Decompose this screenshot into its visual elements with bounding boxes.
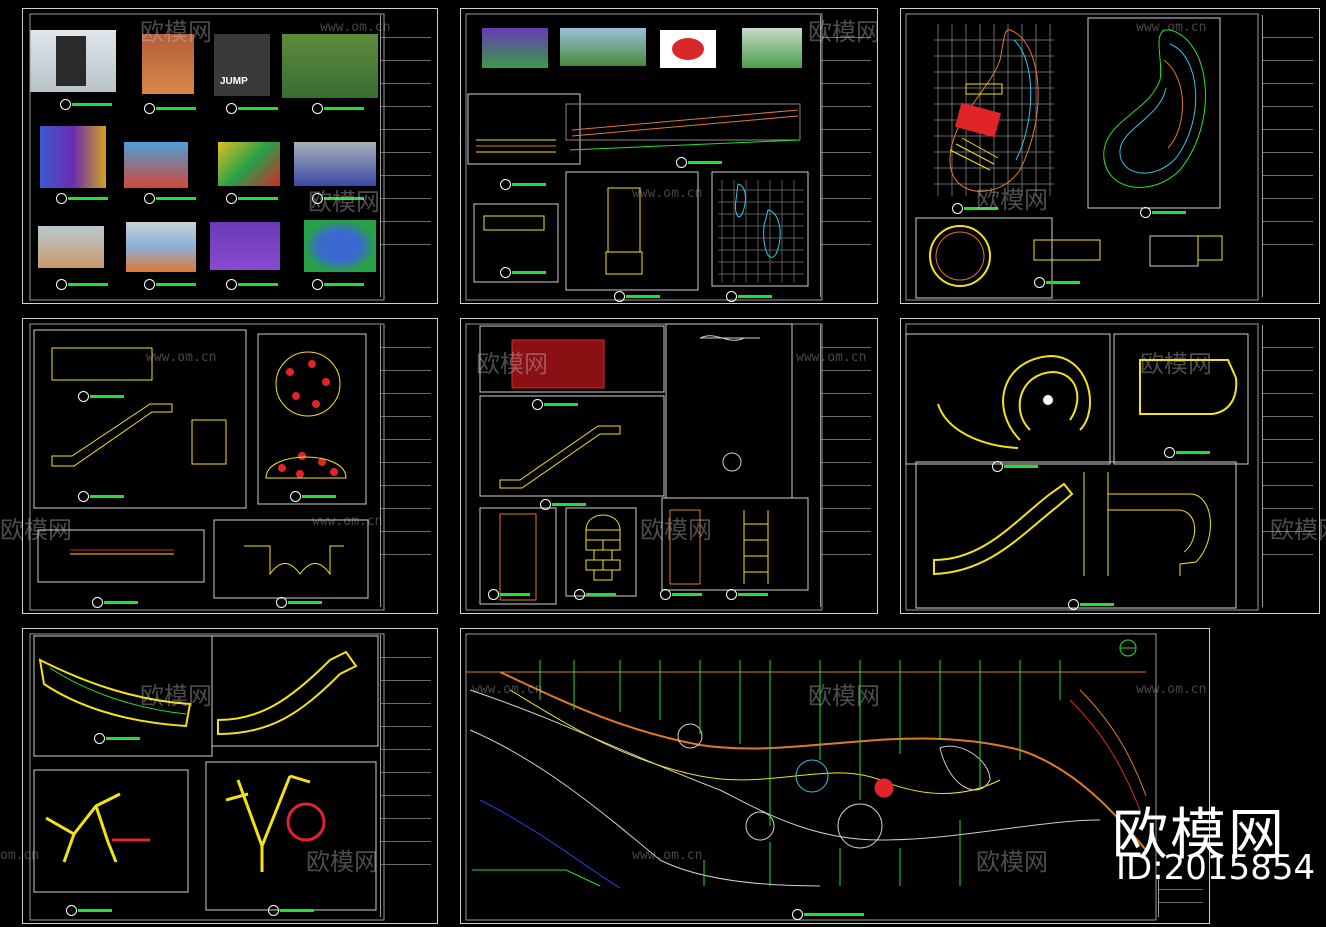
watermark-url: www.om.cn — [632, 848, 703, 863]
watermark-logo: 欧模网 — [976, 848, 1048, 876]
watermark-logo: 欧模网 — [140, 682, 212, 710]
watermark-logo: 欧模网 — [476, 350, 548, 378]
watermark-logo: 欧模网 — [808, 18, 880, 46]
watermark-url: om.cn — [0, 848, 40, 863]
watermark-logo: 欧模网 — [0, 516, 72, 544]
watermark-url: www.om.cn — [1136, 20, 1207, 35]
watermark-url: www.om.cn — [796, 350, 867, 365]
watermark-logo: 欧模网 — [808, 682, 880, 710]
watermark-url: www.om.cn — [632, 186, 703, 201]
watermark-logo: 欧模网 — [976, 186, 1048, 214]
watermark-logo: 欧模网 — [1270, 516, 1326, 544]
watermark-logo: 欧模网 — [640, 516, 712, 544]
watermark-url: www.om.cn — [146, 350, 217, 365]
watermark-logo: 欧模网 — [1140, 350, 1212, 378]
watermark-logo: 欧模网 — [140, 18, 212, 46]
watermark-logo: 欧模网 — [306, 848, 378, 876]
cad-linework — [29, 13, 1259, 921]
watermark-url: www.om.cn — [320, 20, 391, 35]
watermark-url: www.om.cn — [1136, 682, 1207, 697]
model-id: ID:2015854 — [1116, 848, 1316, 888]
watermark-url: www.om.cn — [312, 514, 383, 529]
watermark-logo: 欧模网 — [308, 188, 380, 216]
watermark-url: www.om.cn — [472, 682, 543, 697]
